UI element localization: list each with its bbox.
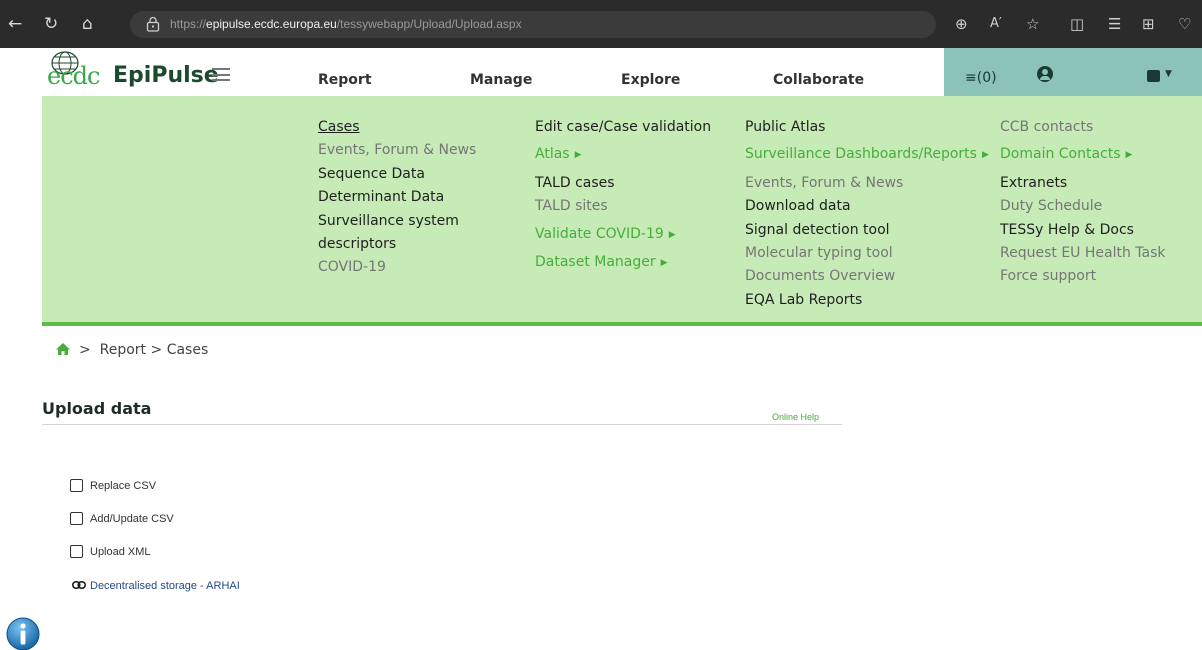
link-icon — [72, 581, 86, 589]
menu-item-dataset-manager-label: Dataset Manager — [535, 254, 656, 271]
url-host: epipulse.ecdc.europa.eu — [206, 17, 337, 31]
caret-right-icon: ▶ — [574, 150, 582, 161]
menu-item-force-support[interactable]: Force support — [1000, 265, 1166, 288]
menu-item-duty-schedule[interactable]: Duty Schedule — [1000, 195, 1166, 218]
collections-icon[interactable]: ⊞ — [1142, 14, 1155, 34]
contact-card-icon[interactable] — [1147, 70, 1160, 82]
breadcrumb-separator: > — [146, 342, 167, 358]
menu-item-dataset-manager[interactable]: Dataset Manager ▶ — [535, 251, 711, 275]
menu-column-report: Cases Events, Forum & News Sequence Data… — [318, 116, 476, 280]
breadcrumb-cases: Cases — [166, 342, 209, 358]
menu-item-download-data[interactable]: Download data — [745, 195, 989, 218]
hamburger-menu-icon[interactable] — [212, 68, 230, 81]
task-list-button[interactable]: ≡(0) — [965, 70, 997, 86]
back-icon[interactable]: ← — [8, 14, 22, 34]
logo-ecdc[interactable]: ecdc — [47, 62, 100, 90]
caret-right-icon: ▶ — [1125, 150, 1133, 161]
menu-item-tessy-help[interactable]: TESSy Help & Docs — [1000, 219, 1166, 242]
menu-item-extranets[interactable]: Extranets — [1000, 172, 1166, 195]
caret-right-icon: ▶ — [660, 258, 668, 269]
add-update-csv-label[interactable]: Add/Update CSV — [90, 513, 174, 525]
menu-item-surveillance-dashboards[interactable]: Surveillance Dashboards/Reports ▶ — [745, 143, 989, 167]
replace-csv-option[interactable]: Replace CSV — [70, 479, 156, 492]
menu-item-edit-case[interactable]: Edit case/Case validation — [535, 116, 711, 139]
menu-item-cases[interactable]: Cases — [318, 116, 476, 139]
menu-item-determinant-data[interactable]: Determinant Data — [318, 186, 476, 209]
menu-item-descriptors[interactable]: descriptors — [318, 233, 476, 256]
menu-item-eqa-lab-reports[interactable]: EQA Lab Reports — [745, 289, 989, 312]
menu-column-collaborate: CCB contacts Domain Contacts ▶ Extranets … — [1000, 116, 1166, 289]
user-icon[interactable] — [1037, 66, 1053, 82]
menu-item-domain-contacts[interactable]: Domain Contacts ▶ — [1000, 143, 1166, 167]
menu-item-events-forum-news[interactable]: Events, Forum & News — [318, 139, 476, 162]
menu-item-signal-detection[interactable]: Signal detection tool — [745, 219, 989, 242]
decentralised-storage-label: Decentralised storage - ARHAI — [90, 580, 240, 592]
upload-xml-label[interactable]: Upload XML — [90, 546, 151, 558]
favorite-star-icon[interactable]: ☆ — [1026, 14, 1039, 34]
menu-item-domain-contacts-label: Domain Contacts — [1000, 146, 1121, 163]
lock-icon — [146, 16, 160, 32]
replace-csv-checkbox[interactable] — [70, 479, 83, 492]
menu-item-explore-events[interactable]: Events, Forum & News — [745, 172, 989, 195]
info-icon[interactable] — [6, 617, 40, 650]
url-path: /tessywebapp/Upload/Upload.aspx — [336, 17, 522, 31]
menu-item-validate-covid-label: Validate COVID-19 — [535, 225, 664, 242]
menu-item-atlas[interactable]: Atlas ▶ — [535, 143, 711, 167]
menu-item-covid-19[interactable]: COVID-19 — [318, 256, 476, 279]
menu-item-public-atlas[interactable]: Public Atlas — [745, 116, 989, 139]
chevron-down-icon[interactable]: ▼ — [1165, 69, 1172, 79]
url-prefix: https:// — [170, 17, 207, 31]
menu-item-ccb-contacts[interactable]: CCB contacts — [1000, 116, 1166, 139]
copilot-icon[interactable]: ♡ — [1178, 14, 1191, 34]
breadcrumb: > Report > Cases — [55, 342, 208, 358]
nav-report[interactable]: Report — [318, 72, 372, 88]
favorites-list-icon[interactable]: ☰ — [1108, 14, 1121, 34]
menu-item-surveillance-dashboards-label: Surveillance Dashboards/Reports — [745, 146, 977, 163]
breadcrumb-separator: > — [79, 342, 100, 358]
page-title: Upload data — [42, 399, 152, 418]
zoom-icon[interactable]: ⊕ — [955, 14, 968, 34]
add-update-csv-checkbox[interactable] — [70, 512, 83, 525]
menu-item-tald-cases[interactable]: TALD cases — [535, 172, 711, 195]
title-divider — [42, 424, 842, 425]
logo-epipulse[interactable]: EpiPulse — [113, 63, 219, 88]
read-aloud-icon[interactable]: A′ — [990, 14, 1002, 34]
caret-right-icon: ▶ — [668, 229, 676, 240]
home-browser-icon[interactable]: ⌂ — [82, 14, 93, 34]
menu-item-sequence-data[interactable]: Sequence Data — [318, 163, 476, 186]
task-count: (0) — [976, 70, 997, 86]
split-screen-icon[interactable]: ◫ — [1070, 14, 1084, 34]
menu-item-documents-overview[interactable]: Documents Overview — [745, 265, 989, 288]
menu-column-manage: Edit case/Case validation Atlas ▶ TALD ca… — [535, 116, 711, 275]
menu-item-surveillance-system[interactable]: Surveillance system — [318, 210, 476, 233]
nav-explore[interactable]: Explore — [621, 72, 680, 88]
refresh-icon[interactable]: ↻ — [44, 14, 58, 34]
nav-collaborate[interactable]: Collaborate — [773, 72, 864, 88]
menu-item-atlas-label: Atlas — [535, 146, 570, 163]
url-text[interactable]: https://epipulse.ecdc.europa.eu/tessyweb… — [170, 17, 522, 31]
add-update-csv-option[interactable]: Add/Update CSV — [70, 512, 174, 525]
decentralised-storage-link[interactable]: Decentralised storage - ARHAI — [72, 580, 240, 592]
menu-item-tald-sites[interactable]: TALD sites — [535, 195, 711, 218]
breadcrumb-report[interactable]: Report — [100, 342, 146, 358]
menu-item-validate-covid[interactable]: Validate COVID-19 ▶ — [535, 223, 711, 247]
task-list-icon: ≡ — [965, 70, 977, 86]
nav-manage[interactable]: Manage — [470, 72, 532, 88]
upload-xml-option[interactable]: Upload XML — [70, 545, 151, 558]
menu-item-request-eu-health-task[interactable]: Request EU Health Task — [1000, 242, 1166, 265]
caret-right-icon: ▶ — [981, 150, 989, 161]
home-icon[interactable] — [55, 342, 71, 356]
menu-item-molecular-typing[interactable]: Molecular typing tool — [745, 242, 989, 265]
replace-csv-label[interactable]: Replace CSV — [90, 480, 156, 492]
online-help-link[interactable]: Online Help — [772, 412, 819, 422]
upload-xml-checkbox[interactable] — [70, 545, 83, 558]
menu-column-explore: Public Atlas Surveillance Dashboards/Rep… — [745, 116, 989, 312]
